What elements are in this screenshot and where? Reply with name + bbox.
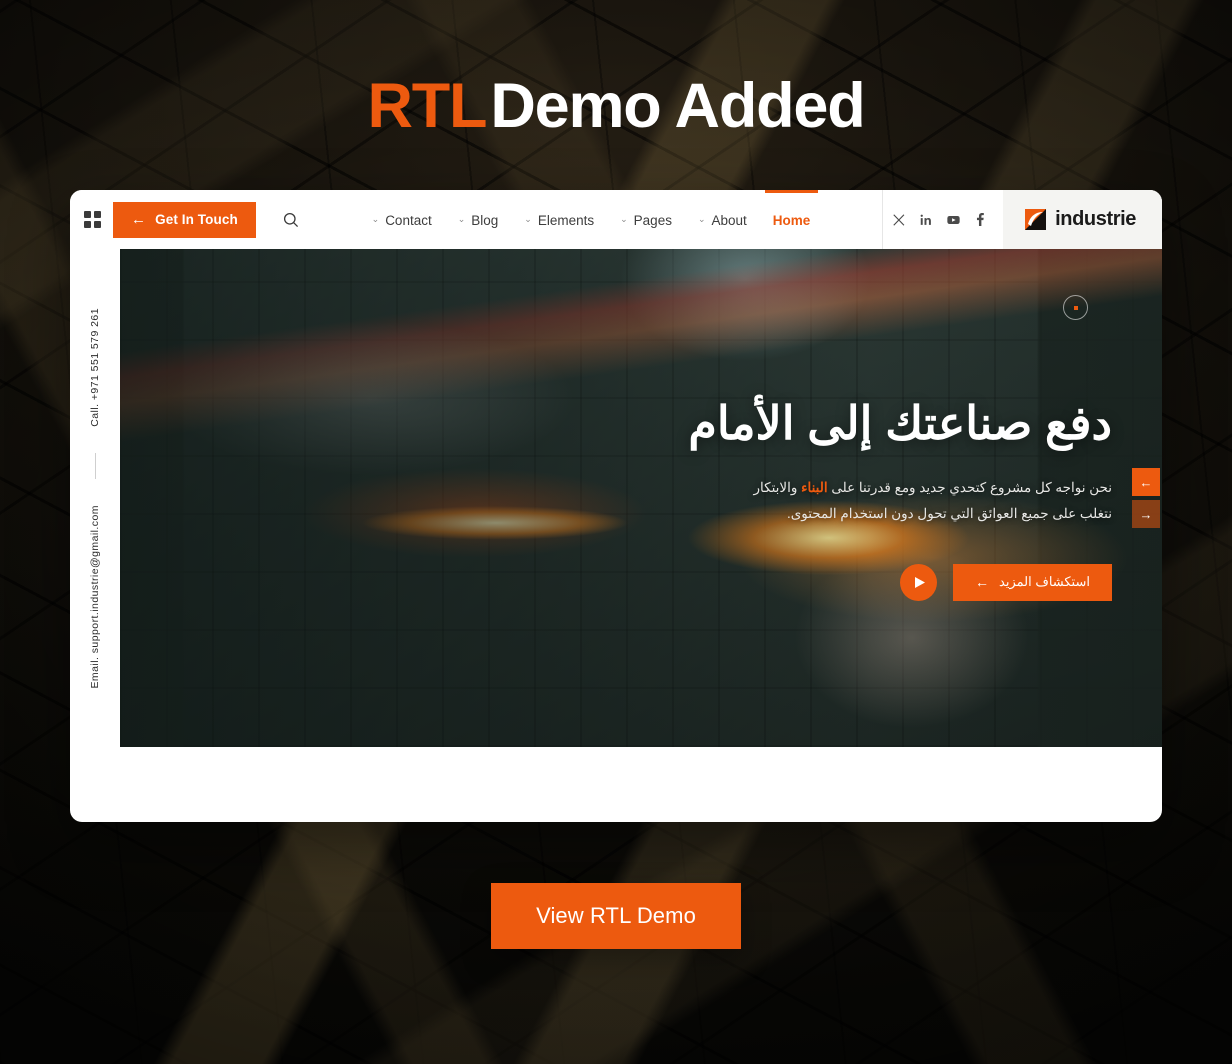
explore-label: استكشاف المزيد xyxy=(999,574,1090,590)
get-in-touch-label: Get In Touch xyxy=(155,212,238,227)
website-preview-card: ← Get In Touch ⌄ Contact ⌄ Blog ⌄ Elemen… xyxy=(70,190,1162,822)
slider-prev-button[interactable]: ← xyxy=(1132,468,1160,496)
nav-label: Pages xyxy=(633,213,672,228)
hero-slider: دفع صناعتك إلى الأمام نحن نواجه كل مشروع… xyxy=(120,249,1162,747)
nav-label: Elements xyxy=(537,213,595,228)
contact-rail: Call. +971 551 579 261 Email. support.in… xyxy=(70,249,120,747)
social-links xyxy=(882,190,1003,249)
brand-name: industrie xyxy=(1055,208,1136,230)
page-root: RTLDemo Added ← Get In Touch ⌄ Contact ⌄… xyxy=(0,0,1232,1064)
chevron-down-icon: ⌄ xyxy=(457,214,466,224)
hero-desc-highlight: البناء xyxy=(801,479,828,495)
rail-email[interactable]: Email. support.industrie@gmail.com xyxy=(89,505,101,689)
hero-description: نحن نواجه كل مشروع كتحدي جديد ومع قدرتنا… xyxy=(752,475,1112,528)
main-navigation: ⌄ Contact ⌄ Blog ⌄ Elements ⌄ Pages ⌄ Ab… xyxy=(306,190,876,249)
hero-section: Call. +971 551 579 261 Email. support.in… xyxy=(70,249,1162,747)
chevron-down-icon: ⌄ xyxy=(524,214,532,224)
youtube-icon[interactable] xyxy=(947,214,960,226)
x-twitter-icon[interactable] xyxy=(893,213,905,226)
nav-item-pages[interactable]: ⌄ Pages xyxy=(620,190,672,249)
headline-rest: Demo Added xyxy=(490,71,865,141)
get-in-touch-button[interactable]: ← Get In Touch xyxy=(113,201,256,238)
headline-accent: RTL xyxy=(367,71,487,141)
hero-title: دفع صناعتك إلى الأمام xyxy=(688,397,1112,450)
page-headline: RTLDemo Added xyxy=(0,71,1232,141)
arrow-left-icon: ← xyxy=(975,574,990,591)
chevron-down-icon: ⌄ xyxy=(371,214,380,224)
hero-actions: استكشاف المزيد ← xyxy=(190,563,1112,601)
play-icon[interactable] xyxy=(900,563,938,601)
slider-next-button[interactable]: → xyxy=(1132,500,1160,528)
nav-label: Home xyxy=(772,213,811,228)
facebook-icon[interactable] xyxy=(975,213,985,226)
brand-logo[interactable]: industrie xyxy=(1003,190,1162,249)
view-rtl-demo-button[interactable]: View RTL Demo xyxy=(491,883,741,949)
nav-item-elements[interactable]: ⌄ Elements xyxy=(524,190,594,249)
rail-phone[interactable]: Call. +971 551 579 261 xyxy=(89,308,101,427)
hero-content: دفع صناعتك إلى الأمام نحن نواجه كل مشروع… xyxy=(120,249,1162,747)
site-header: ← Get In Touch ⌄ Contact ⌄ Blog ⌄ Elemen… xyxy=(70,190,1162,249)
search-icon[interactable] xyxy=(276,205,306,235)
nav-item-blog[interactable]: ⌄ Blog xyxy=(458,190,499,249)
rail-divider xyxy=(94,452,96,479)
nav-item-home[interactable]: Home xyxy=(764,190,818,249)
slider-navigation: ← → xyxy=(1132,468,1160,528)
nav-item-contact[interactable]: ⌄ Contact xyxy=(372,190,432,249)
arrow-left-icon: ← xyxy=(131,211,147,228)
header-left-group: ← Get In Touch xyxy=(70,190,306,249)
chevron-down-icon: ⌄ xyxy=(697,214,706,224)
industrie-logo-mark-icon xyxy=(1025,209,1047,230)
nav-label: About xyxy=(711,213,747,228)
chevron-down-icon: ⌄ xyxy=(620,214,628,224)
linkedin-icon[interactable] xyxy=(920,214,932,226)
hero-desc-before: نحن نواجه كل مشروع كتحدي جديد ومع قدرتنا… xyxy=(827,479,1112,495)
nav-label: Blog xyxy=(471,213,499,228)
explore-more-button[interactable]: استكشاف المزيد ← xyxy=(953,563,1112,601)
nav-label: Contact xyxy=(385,213,432,228)
grid-icon[interactable] xyxy=(84,211,101,228)
nav-item-about[interactable]: ⌄ About xyxy=(698,190,747,249)
